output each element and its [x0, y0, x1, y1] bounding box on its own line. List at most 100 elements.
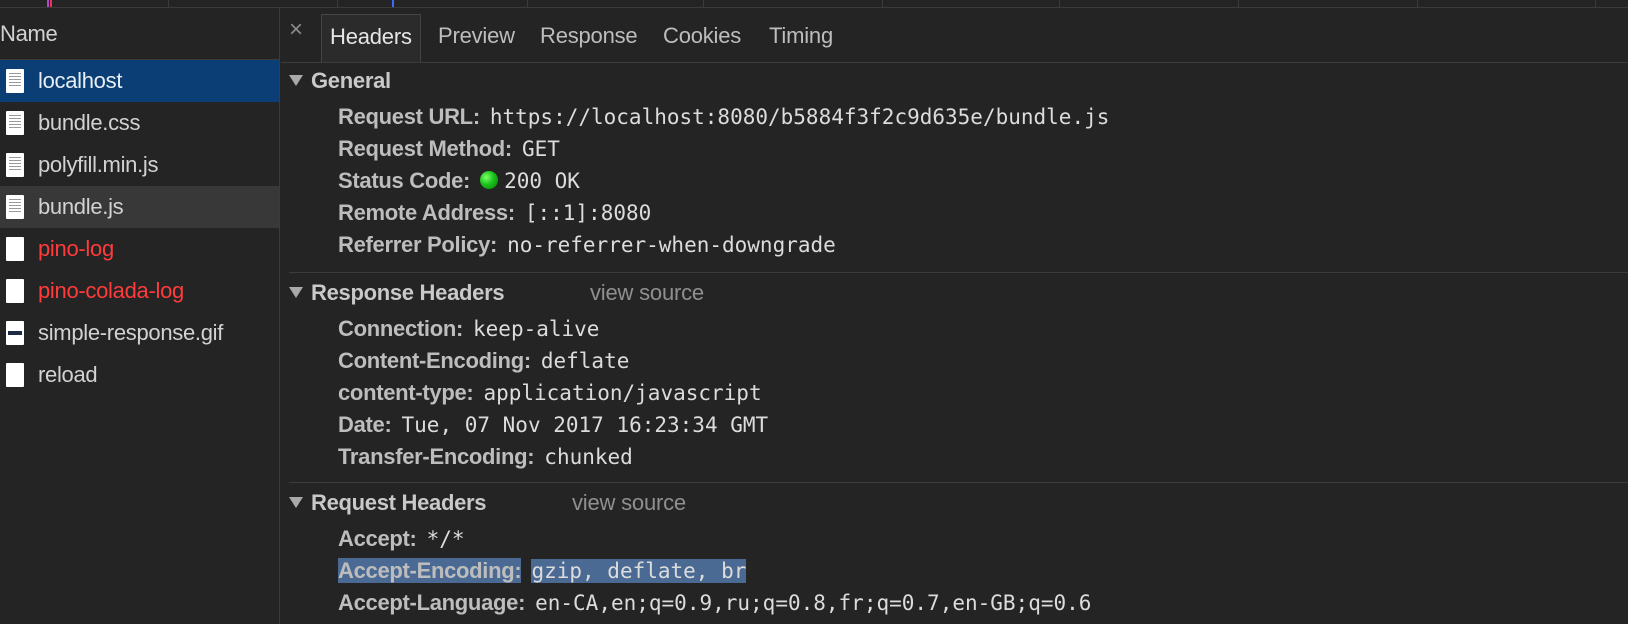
- request-details-pane: × Headers Preview Response Cookies Timin…: [281, 8, 1628, 624]
- header-value: https://localhost:8080/b5884f3f2c9d635e/…: [489, 105, 1110, 129]
- request-header-row: Accept: */*: [338, 526, 465, 552]
- timeline-divider: [1417, 0, 1418, 7]
- header-value: */*: [426, 527, 465, 551]
- request-item-polyfill[interactable]: polyfill.min.js: [0, 144, 279, 186]
- blank-file-icon: [6, 279, 24, 303]
- header-key: Accept:: [338, 526, 417, 551]
- header-value: Tue, 07 Nov 2017 16:23:34 GMT: [401, 413, 769, 437]
- header-value: gzip, deflate, br: [531, 559, 747, 583]
- request-header-row: Accept-Language: en-CA,en;q=0.9,ru;q=0.8,…: [338, 590, 1091, 616]
- timeline-divider: [1238, 0, 1239, 7]
- response-header-row: Content-Encoding: deflate: [338, 348, 629, 374]
- header-key: Status Code:: [338, 168, 471, 193]
- tab-timing[interactable]: Timing: [769, 14, 833, 62]
- header-value: GET: [521, 137, 560, 161]
- request-name: bundle.js: [38, 194, 124, 219]
- section-divider: [289, 272, 1628, 273]
- document-icon: [6, 111, 24, 135]
- response-headers-view-source-link[interactable]: view source: [590, 280, 704, 306]
- header-value: application/javascript: [483, 381, 762, 405]
- header-key: content-type:: [338, 380, 474, 405]
- timeline-divider: [1059, 0, 1060, 7]
- request-item-pino-log[interactable]: pino-log: [0, 228, 279, 270]
- response-headers-section-toggle[interactable]: Response Headers: [289, 280, 505, 306]
- status-ok-icon: [480, 171, 499, 190]
- document-icon: [6, 153, 24, 177]
- name-column-header[interactable]: Name: [0, 8, 279, 60]
- section-title: Response Headers: [311, 280, 505, 305]
- header-key: Remote Address:: [338, 200, 515, 225]
- blank-file-icon: [6, 363, 24, 387]
- general-section-toggle[interactable]: General: [289, 68, 391, 94]
- header-value: keep-alive: [473, 317, 600, 341]
- document-icon: [6, 69, 24, 93]
- request-headers-view-source-link[interactable]: view source: [572, 490, 686, 516]
- header-key: Request Method:: [338, 136, 512, 161]
- tab-response[interactable]: Response: [540, 14, 638, 62]
- header-key: Connection:: [338, 316, 464, 341]
- header-key: Date:: [338, 412, 392, 437]
- image-icon: [6, 321, 24, 345]
- request-item-localhost[interactable]: localhost: [0, 60, 279, 102]
- request-item-simple-response-gif[interactable]: simple-response.gif: [0, 312, 279, 354]
- general-row: Referrer Policy: no-referrer-when-downgra…: [338, 232, 836, 258]
- request-name: bundle.css: [38, 110, 141, 135]
- request-item-reload[interactable]: reload: [0, 354, 279, 396]
- request-name: simple-response.gif: [38, 320, 224, 345]
- request-header-row: Accept-Encoding: gzip, deflate, br: [338, 558, 747, 584]
- section-divider: [289, 482, 1628, 483]
- timeline-divider: [882, 0, 883, 7]
- request-name: localhost: [38, 68, 123, 93]
- header-key: Accept-Encoding:: [338, 558, 522, 583]
- request-name: polyfill.min.js: [38, 152, 159, 177]
- timeline-divider: [1595, 0, 1596, 7]
- header-value: 200 OK: [504, 169, 580, 193]
- header-value: en-CA,en;q=0.9,ru;q=0.8,fr;q=0.7,en-GB;q…: [535, 591, 1092, 615]
- timeline-divider: [703, 0, 704, 7]
- tab-cookies[interactable]: Cookies: [663, 14, 741, 62]
- timeline-marker: [392, 0, 394, 7]
- response-header-row: Transfer-Encoding: chunked: [338, 444, 633, 470]
- tab-headers[interactable]: Headers: [321, 14, 421, 62]
- request-name: pino-log: [38, 236, 114, 261]
- general-row: Request URL: https://localhost:8080/b5884…: [338, 104, 1109, 130]
- request-item-bundle-css[interactable]: bundle.css: [0, 102, 279, 144]
- general-row: Status Code: 200 OK: [338, 168, 580, 194]
- timeline-marker: [47, 0, 49, 7]
- disclosure-triangle-icon: [289, 74, 303, 86]
- header-value: no-referrer-when-downgrade: [507, 233, 836, 257]
- request-name: pino-colada-log: [38, 278, 184, 303]
- header-key: Accept-Language:: [338, 590, 526, 615]
- header-value: [::1]:8080: [524, 201, 652, 225]
- details-tab-bar: × Headers Preview Response Cookies Timin…: [281, 8, 1628, 63]
- response-header-row: content-type: application/javascript: [338, 380, 762, 406]
- disclosure-triangle-icon: [289, 496, 303, 508]
- header-key: Referrer Policy:: [338, 232, 498, 257]
- document-icon: [6, 195, 24, 219]
- request-headers-section-toggle[interactable]: Request Headers: [289, 490, 487, 516]
- header-value: deflate: [540, 349, 630, 373]
- general-row: Request Method: GET: [338, 136, 560, 162]
- request-item-pino-colada-log[interactable]: pino-colada-log: [0, 270, 279, 312]
- response-header-row: Connection: keep-alive: [338, 316, 599, 342]
- timeline-divider: [337, 0, 338, 7]
- request-item-bundle-js[interactable]: bundle.js: [0, 186, 279, 228]
- header-value: chunked: [544, 445, 633, 469]
- close-icon[interactable]: ×: [289, 16, 303, 44]
- header-key: Content-Encoding:: [338, 348, 531, 373]
- disclosure-triangle-icon: [289, 286, 303, 298]
- timeline-marker: [50, 0, 52, 7]
- header-key: Transfer-Encoding:: [338, 444, 535, 469]
- response-header-row: Date: Tue, 07 Nov 2017 16:23:34 GMT: [338, 412, 768, 438]
- timeline-divider: [168, 0, 169, 7]
- header-key: Request URL:: [338, 104, 480, 129]
- tab-preview[interactable]: Preview: [438, 14, 515, 62]
- section-title: Request Headers: [311, 490, 487, 515]
- section-title: General: [311, 68, 391, 93]
- timeline-overview[interactable]: [0, 0, 1628, 8]
- general-row: Remote Address: [::1]:8080: [338, 200, 651, 226]
- request-name: reload: [38, 362, 98, 387]
- timeline-divider: [527, 0, 528, 7]
- blank-file-icon: [6, 237, 24, 261]
- request-list: Name localhost bundle.css polyfill.min.j…: [0, 8, 280, 624]
